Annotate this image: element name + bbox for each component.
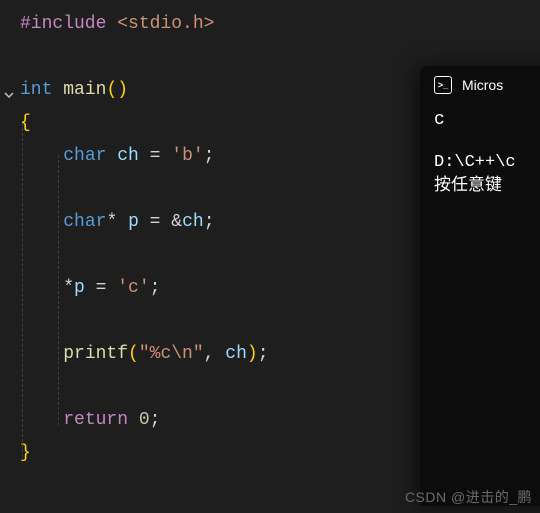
variable-token: ch	[117, 146, 139, 166]
header-token: <stdio.h>	[117, 14, 214, 34]
operator-token: =	[139, 212, 171, 232]
keyword-token: return	[63, 410, 128, 430]
space	[128, 410, 139, 430]
type-token: char	[63, 146, 106, 166]
type-token: char	[63, 212, 106, 232]
punct-token: ,	[204, 344, 226, 364]
preprocessor-token: #include	[20, 14, 106, 34]
indent-guide	[58, 155, 59, 425]
code-line[interactable]: #include <stdio.h>	[20, 8, 540, 41]
terminal-titlebar[interactable]: >_ Micros	[420, 66, 540, 102]
punct-token: ;	[150, 410, 161, 430]
terminal-path: D:\C++\c	[434, 151, 540, 175]
fold-chevron[interactable]	[2, 88, 16, 102]
terminal-window[interactable]: >_ Micros c D:\C++\c 按任意键	[420, 66, 540, 506]
punct-token: ;	[258, 344, 269, 364]
operator-token: *	[106, 212, 117, 232]
punct-token: ;	[204, 146, 215, 166]
terminal-icon: >_	[434, 76, 452, 94]
paren-token: ()	[106, 80, 128, 100]
function-token: main	[63, 80, 106, 100]
number-token: 0	[139, 410, 150, 430]
variable-token: p	[74, 278, 85, 298]
variable-token: ch	[182, 212, 204, 232]
terminal-icon-glyph: >_	[438, 80, 448, 90]
variable-token: p	[128, 212, 139, 232]
type-token: int	[20, 80, 52, 100]
watermark: CSDN @进击的_鹏	[405, 487, 532, 507]
punct-token: ;	[150, 278, 161, 298]
terminal-title: Micros	[462, 77, 503, 93]
terminal-body[interactable]: c D:\C++\c 按任意键	[420, 102, 540, 205]
char-literal-token: 'b'	[171, 146, 203, 166]
operator-token: &	[171, 212, 182, 232]
function-token: printf	[63, 344, 128, 364]
paren-token: )	[247, 344, 258, 364]
paren-token: (	[128, 344, 139, 364]
string-token: "%c\n"	[139, 344, 204, 364]
terminal-output: c	[434, 108, 540, 133]
punct-token: ;	[204, 212, 215, 232]
char-literal-token: 'c'	[117, 278, 149, 298]
variable-token: ch	[225, 344, 247, 364]
operator-token: =	[139, 146, 171, 166]
indent-guide	[22, 123, 23, 457]
operator-token: =	[85, 278, 117, 298]
operator-token: *	[63, 278, 74, 298]
terminal-prompt: 按任意键	[434, 175, 540, 199]
